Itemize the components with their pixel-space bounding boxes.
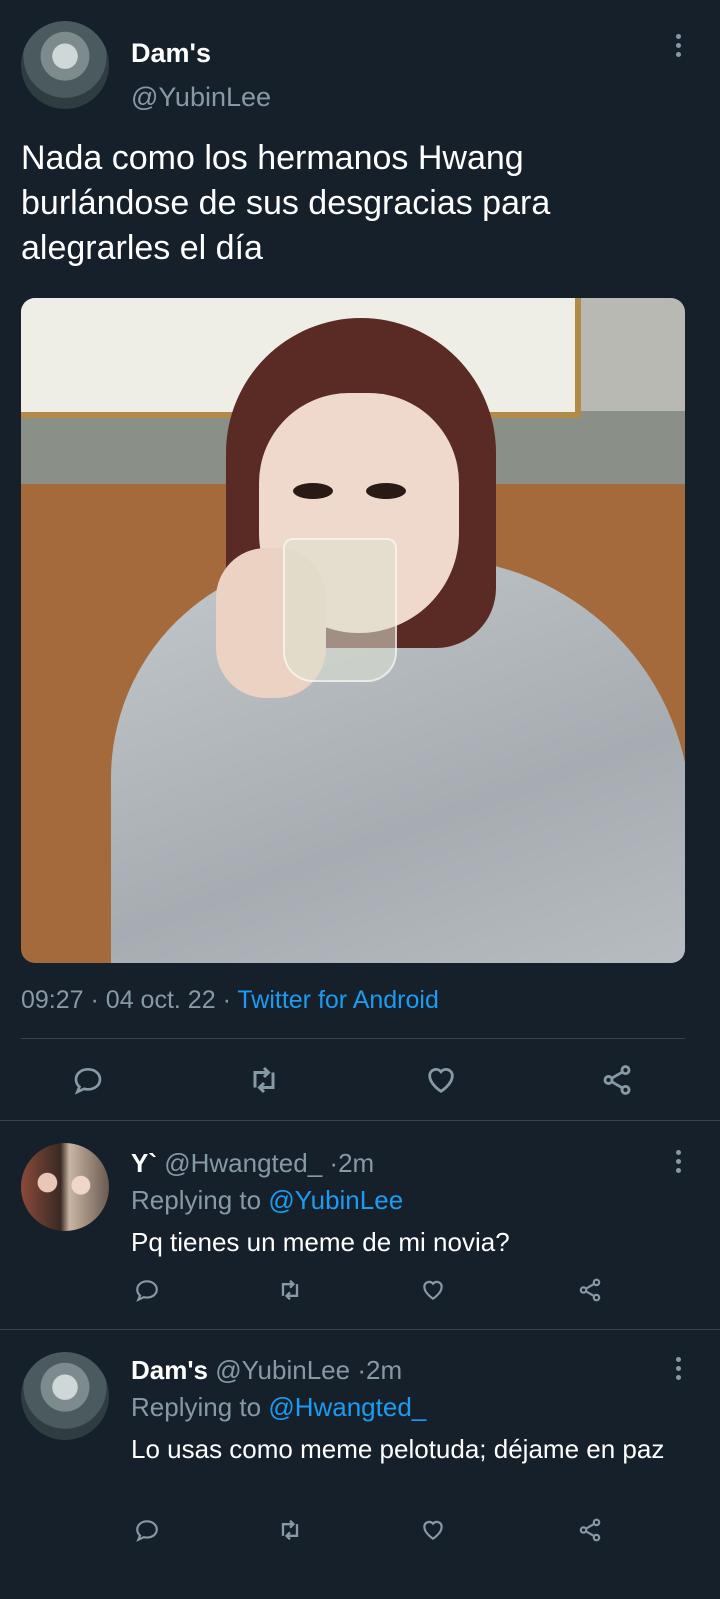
reply-separator: · bbox=[329, 1148, 339, 1178]
retweet-icon bbox=[253, 1066, 275, 1094]
tweet-date: 04 oct. 22 bbox=[105, 986, 216, 1014]
reply-icon bbox=[136, 1520, 158, 1542]
like-icon bbox=[423, 1280, 443, 1300]
meta-separator: · bbox=[222, 986, 231, 1014]
reply-text: Lo usas como meme pelotuda; déjame en pa… bbox=[131, 1434, 665, 1464]
like-button[interactable] bbox=[417, 1274, 449, 1306]
share-icon bbox=[579, 1518, 601, 1542]
tweet-source-link[interactable]: Twitter for Android bbox=[237, 986, 438, 1014]
reply-text: Pq tienes un meme de mi novia? bbox=[131, 1227, 510, 1257]
reply-icon bbox=[136, 1280, 158, 1302]
replying-to: Replying to @YubinLee bbox=[131, 1185, 403, 1216]
reply-author-handle[interactable]: @YubinLee bbox=[215, 1355, 350, 1385]
replying-to-link[interactable]: @Hwangted_ bbox=[268, 1392, 426, 1422]
reply-button[interactable] bbox=[131, 1274, 163, 1306]
more-options-icon[interactable] bbox=[676, 34, 682, 61]
reply-button[interactable] bbox=[66, 1058, 110, 1102]
author-avatar[interactable] bbox=[21, 21, 109, 109]
reply-separator: · bbox=[357, 1355, 366, 1385]
share-button[interactable] bbox=[595, 1058, 639, 1102]
photo-eye-right bbox=[366, 483, 406, 499]
meta-divider bbox=[21, 1038, 685, 1039]
tweet-divider bbox=[0, 1120, 720, 1121]
photo-eye-left bbox=[293, 483, 333, 499]
reply-avatar[interactable] bbox=[21, 1352, 109, 1440]
like-icon bbox=[423, 1520, 443, 1540]
share-button[interactable] bbox=[574, 1514, 606, 1546]
reply-header: Dam's @YubinLee ·2m bbox=[131, 1355, 402, 1386]
reply-divider bbox=[0, 1329, 720, 1330]
retweet-icon bbox=[281, 1519, 299, 1541]
reply-author-name[interactable]: Y` bbox=[131, 1148, 157, 1178]
replying-label: Replying to bbox=[131, 1185, 262, 1215]
reply-age: 2m bbox=[365, 1355, 403, 1385]
more-options-icon[interactable] bbox=[676, 1150, 682, 1177]
replying-label: Replying to bbox=[131, 1392, 262, 1422]
tweet-time: 09:27 bbox=[21, 986, 84, 1014]
author-name[interactable]: Dam's bbox=[131, 38, 211, 69]
meta-separator: · bbox=[90, 986, 99, 1014]
tweet-text: Nada como los hermanos Hwang burlándose … bbox=[21, 139, 551, 267]
replying-to-link[interactable]: @YubinLee bbox=[268, 1185, 403, 1215]
like-button[interactable] bbox=[419, 1058, 463, 1102]
tweet-photo[interactable] bbox=[21, 298, 685, 963]
retweet-button[interactable] bbox=[274, 1274, 306, 1306]
reply-icon bbox=[74, 1067, 102, 1095]
share-icon bbox=[603, 1065, 631, 1095]
reply-button[interactable] bbox=[131, 1514, 163, 1546]
share-button[interactable] bbox=[574, 1274, 606, 1306]
reply-author-handle[interactable]: @Hwangted_ bbox=[164, 1148, 322, 1178]
share-icon bbox=[579, 1278, 601, 1302]
more-options-icon[interactable] bbox=[676, 1357, 682, 1384]
reply-age: 2m bbox=[338, 1148, 375, 1178]
reply-author-name[interactable]: Dam's bbox=[131, 1355, 208, 1385]
like-button[interactable] bbox=[417, 1514, 449, 1546]
reply-avatar[interactable] bbox=[21, 1143, 109, 1231]
tweet-meta: 09:27 · 04 oct. 22 · Twitter for Android bbox=[21, 986, 439, 1015]
author-handle[interactable]: @YubinLee bbox=[131, 82, 271, 113]
reply-header: Y` @Hwangted_ ·2m bbox=[131, 1148, 374, 1179]
retweet-button[interactable] bbox=[242, 1058, 286, 1102]
like-icon bbox=[428, 1068, 454, 1094]
retweet-button[interactable] bbox=[274, 1514, 306, 1546]
photo-glass bbox=[283, 538, 397, 682]
retweet-icon bbox=[281, 1279, 299, 1301]
replying-to: Replying to @Hwangted_ bbox=[131, 1392, 426, 1423]
